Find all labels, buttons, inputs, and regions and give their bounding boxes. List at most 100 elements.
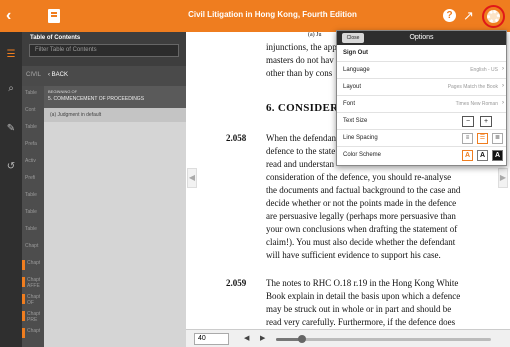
language-label: Language: [343, 67, 370, 73]
sign-out-label: Sign Out: [343, 50, 368, 56]
toc-crumb[interactable]: CIVIL: [26, 72, 41, 78]
text-line: Book explain in detail the basis upon wh…: [266, 291, 461, 301]
toc-filter-input[interactable]: Filter Table of Contents: [29, 44, 179, 57]
language-row[interactable]: Language English - US ›: [337, 62, 506, 79]
search-icon[interactable]: ⌕: [4, 82, 18, 96]
para-number: 2.058: [226, 133, 247, 143]
line-spacing-row: Line Spacing ≡ ☰ ≣: [337, 130, 506, 147]
line-spacing-label: Line Spacing: [343, 135, 378, 141]
history-icon[interactable]: ↺: [4, 160, 18, 174]
share-icon[interactable]: ↗: [463, 8, 479, 23]
close-button[interactable]: Close: [342, 33, 364, 43]
chapter-strip-item[interactable]: Activ: [25, 158, 43, 168]
text-line: injunctions, the app: [266, 42, 337, 52]
gear-icon: [487, 10, 500, 23]
chevron-right-icon: ›: [502, 83, 504, 89]
toc-back-button[interactable]: ‹ BACK: [48, 72, 68, 78]
chapter-strip-item[interactable]: Chapt: [22, 260, 40, 270]
page-navigation-bar: 40 ◀ ▶: [186, 329, 510, 347]
book-title: Civil Litigation in Hong Kong, Fourth Ed…: [188, 10, 357, 19]
text-line: other than by cons: [266, 68, 333, 78]
prev-page-icon[interactable]: ◀: [244, 334, 249, 342]
text-line: read very carefully. Furthermore, if the…: [266, 317, 456, 327]
next-page-icon[interactable]: ▶: [260, 334, 265, 342]
toc-title: Table of Contents: [30, 35, 81, 41]
text-line: are persuasive legally (perhaps more per…: [266, 211, 456, 221]
increase-text-button[interactable]: +: [480, 116, 492, 127]
options-panel: Options Close Sign Out Language English …: [336, 30, 507, 166]
help-icon[interactable]: ?: [443, 9, 456, 22]
text-line: the documents and factual background to …: [266, 185, 461, 195]
toc-nav: CIVIL ‹ BACK: [22, 66, 186, 86]
running-head: (a) Ju: [308, 32, 322, 38]
line-spacing-wide-button[interactable]: ≣: [492, 133, 503, 144]
text-line: defence to the state: [266, 146, 336, 156]
toc-item-selected[interactable]: (a) Judgment in default: [44, 108, 186, 122]
font-value: Times New Roman: [455, 101, 498, 107]
chapter-strip-item[interactable]: Table: [25, 90, 43, 100]
chevron-right-icon: ›: [502, 66, 504, 72]
top-bar: ‹ Civil Litigation in Hong Kong, Fourth …: [0, 0, 510, 32]
chapter-strip-item[interactable]: Cont: [25, 107, 43, 117]
font-row[interactable]: Font Times New Roman ›: [337, 96, 506, 113]
toc-list: [44, 86, 186, 347]
chapter-strip-item[interactable]: Table: [25, 226, 43, 236]
decrease-text-button[interactable]: −: [462, 116, 474, 127]
text-line: When the defendan: [266, 133, 336, 143]
text-line: claim!). You must also decide whether th…: [266, 237, 456, 247]
book-icon[interactable]: [48, 9, 60, 23]
color-scheme-dark-button[interactable]: A: [492, 150, 503, 161]
color-scheme-row: Color Scheme A A A: [337, 147, 506, 164]
prev-page-tab[interactable]: ◀: [187, 168, 197, 188]
page-slider-knob[interactable]: [297, 335, 306, 343]
chapter-strip-item[interactable]: Table: [25, 124, 43, 134]
toc-panel: Table of Contents Filter Table of Conten…: [22, 32, 186, 347]
layout-row[interactable]: Layout Pages Match the Book ›: [337, 79, 506, 96]
text-line: masters do not hav: [266, 55, 334, 65]
settings-gear-button[interactable]: [482, 5, 505, 28]
para-number: 2.059: [226, 278, 247, 288]
notes-icon[interactable]: ✎: [4, 122, 18, 136]
toc-header: Table of Contents Filter Table of Conten…: [22, 32, 186, 66]
chapter-strip-item[interactable]: Table: [25, 192, 43, 202]
text-size-row: Text Size − +: [337, 113, 506, 130]
chapter-strip-item[interactable]: Prefi: [25, 175, 43, 185]
text-line: will have sufficient evidence to support…: [266, 250, 441, 260]
chapter-strip-item[interactable]: Prefa: [25, 141, 43, 151]
chapter-strip-item[interactable]: Chapt AFFE: [22, 277, 40, 287]
text-line: read and understan: [266, 159, 334, 169]
text-line: may be struck out in whole or in part an…: [266, 304, 452, 314]
toc-item-label: (a) Judgment in default: [50, 112, 102, 118]
chapter-strip-item[interactable]: Chapt: [22, 328, 40, 338]
layout-label: Layout: [343, 84, 362, 90]
page-slider[interactable]: [276, 338, 491, 341]
chapter-strip-item[interactable]: Table: [25, 209, 43, 219]
color-scheme-label: Color Scheme: [343, 152, 382, 158]
chapter-strip-item[interactable]: Chapt OF: [22, 294, 40, 304]
text-size-label: Text Size: [343, 118, 368, 124]
toc-section-header[interactable]: BEGINNING OF 5. COMMENCEMENT OF PROCEEDI…: [44, 86, 186, 108]
language-value: English - US: [470, 67, 498, 73]
font-label: Font: [343, 101, 356, 107]
text-line: The notes to RHC O.18 r.19 in the Hong K…: [266, 278, 459, 288]
toc-icon[interactable]: ☰: [4, 48, 18, 62]
page-number-input[interactable]: 40: [194, 333, 229, 345]
chevron-right-icon: ›: [502, 100, 504, 106]
options-header: Options Close: [337, 31, 506, 45]
back-arrow-icon[interactable]: ‹: [6, 8, 20, 24]
color-scheme-sepia-button[interactable]: A: [477, 150, 488, 161]
chapter-strip-item[interactable]: Chapt: [25, 243, 43, 253]
line-spacing-normal-button[interactable]: ☰: [477, 133, 488, 144]
chapter-strip-item[interactable]: Chapt PRE: [22, 311, 40, 321]
text-line: decide whether or not the points made in…: [266, 198, 457, 208]
line-spacing-tight-button[interactable]: ≡: [462, 133, 473, 144]
sign-out-row[interactable]: Sign Out: [337, 45, 506, 62]
text-line: consideration of the defence, you should…: [266, 172, 452, 182]
text-line: your own conclusions when drafting the s…: [266, 224, 458, 234]
section-prefix: BEGINNING OF: [48, 89, 78, 94]
left-rail: ☰ ⌕ ✎ ↺: [0, 32, 22, 347]
color-scheme-light-button[interactable]: A: [462, 150, 473, 161]
section-title: 5. COMMENCEMENT OF PROCEEDINGS: [48, 96, 145, 102]
next-page-tab[interactable]: ▶: [498, 168, 508, 188]
layout-value: Pages Match the Book: [447, 84, 498, 90]
